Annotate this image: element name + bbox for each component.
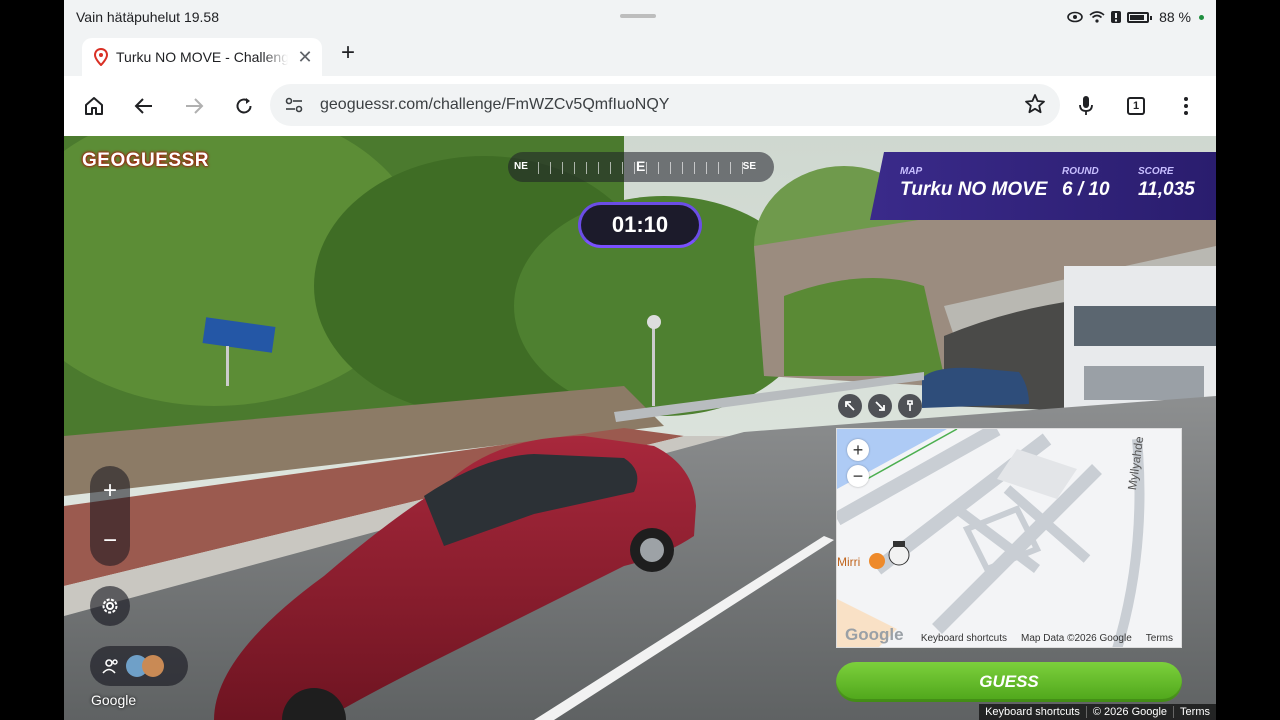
wifi-icon	[1089, 11, 1105, 23]
pano-zoom-control: + −	[90, 466, 130, 566]
keyboard-shortcuts-link[interactable]: Keyboard shortcuts	[979, 706, 1086, 718]
arrow-right-icon	[186, 98, 204, 114]
bookmark-star-icon[interactable]	[1024, 93, 1046, 115]
score-label: SCORE	[1138, 166, 1174, 177]
url-text[interactable]: geoguessr.com/challenge/FmWZCv5QmfIuoNQY	[320, 96, 669, 114]
tab-title: Turku NO MOVE - Challenge	[116, 49, 288, 65]
zoom-in-button[interactable]: +	[90, 466, 130, 516]
pin-icon	[907, 400, 913, 411]
tab-strip: Turku NO MOVE - Challenge ✕ +	[64, 34, 1216, 76]
compass-e: E	[636, 158, 646, 174]
map-footer: Keyboard shortcuts Map Data ©2026 Google…	[837, 629, 1181, 647]
minimap-toolbar	[838, 394, 922, 418]
compass-se: SE	[742, 161, 756, 172]
forward-button[interactable]	[180, 92, 208, 120]
home-icon	[85, 97, 103, 115]
round-value: 6 / 10	[1062, 179, 1110, 200]
battery-level: 88 %	[1159, 9, 1191, 25]
info-map: MAP Turku NO MOVE	[900, 166, 1047, 201]
map-name: Turku NO MOVE	[900, 179, 1048, 200]
players-button[interactable]	[90, 646, 188, 686]
compass-ne: NE	[514, 161, 528, 172]
gear-icon	[102, 598, 118, 614]
microphone-icon	[1079, 96, 1093, 115]
zoom-out-button[interactable]: −	[90, 516, 130, 566]
screen: Vain hätäpuhelut 19.58 88 % Turku NO MOV…	[64, 0, 1216, 720]
expand-map-button[interactable]	[838, 394, 862, 418]
compass: NE E SE	[508, 152, 774, 182]
score-value: 11,035	[1138, 179, 1195, 200]
guess-label: GUESS	[979, 672, 1039, 691]
status-icons: 88 %	[1067, 9, 1204, 25]
settings-button[interactable]	[90, 586, 130, 626]
reload-icon	[236, 98, 252, 114]
map-zoom-in-button[interactable]: +	[847, 439, 869, 461]
map-keyboard-shortcuts-link[interactable]: Keyboard shortcuts	[921, 633, 1007, 644]
round-label: ROUND	[1062, 166, 1099, 177]
logo-text: GEOGUESSR	[82, 150, 209, 171]
eye-icon	[1067, 11, 1083, 23]
avatar	[142, 655, 164, 677]
browser-toolbar: geoguessr.com/challenge/FmWZCv5QmfIuoNQY…	[64, 76, 1216, 136]
shrink-map-button[interactable]	[868, 394, 892, 418]
guess-button[interactable]: GUESS	[836, 662, 1182, 702]
map-zoom-control: + −	[847, 439, 869, 491]
battery-icon	[1127, 11, 1153, 23]
close-tab-icon[interactable]: ✕	[296, 48, 314, 66]
map-zoom-out-button[interactable]: −	[847, 465, 869, 487]
map-terms-link[interactable]: Terms	[1146, 633, 1173, 644]
pano-attribution-bar: Keyboard shortcuts © 2026 Google Terms	[979, 704, 1216, 720]
address-bar[interactable]: geoguessr.com/challenge/FmWZCv5QmfIuoNQY	[270, 84, 1060, 126]
pano-google-attribution: Google	[91, 692, 137, 708]
guess-minimap[interactable]: + − Myllyahde Mirri Google Keyboard shor…	[836, 428, 1182, 648]
site-settings-icon[interactable]	[284, 96, 304, 114]
tab-count-icon: 1	[1127, 97, 1145, 115]
location-pin-icon	[94, 48, 108, 66]
round-timer: 01:10	[578, 202, 702, 248]
arrow-up-left-icon	[845, 401, 855, 411]
info-score: SCORE 11,035	[1138, 166, 1195, 201]
home-button[interactable]	[80, 92, 108, 120]
game-info-bar: MAP Turku NO MOVE ROUND 6 / 10 SCORE 11,…	[870, 152, 1216, 220]
new-tab-button[interactable]: +	[336, 41, 360, 66]
privacy-dot	[1199, 14, 1204, 20]
arrow-left-icon	[134, 98, 152, 114]
game-viewport: GEOGUESSR NE E SE 01:10 MAP Turku NO MOV…	[64, 136, 1216, 720]
status-bar: Vain hätäpuhelut 19.58 88 %	[64, 0, 1216, 34]
terms-link[interactable]: Terms	[1173, 706, 1216, 718]
timer-value: 01:10	[611, 212, 669, 237]
map-label: MAP	[900, 166, 923, 177]
poi-label: Mirri	[837, 555, 861, 569]
info-round: ROUND 6 / 10	[1062, 166, 1110, 201]
menu-button[interactable]	[1172, 92, 1200, 120]
alert-icon	[1111, 11, 1122, 23]
voice-search-button[interactable]	[1072, 92, 1100, 120]
browser-tab[interactable]: Turku NO MOVE - Challenge ✕	[82, 38, 322, 76]
status-text: Vain hätäpuhelut 19.58	[76, 9, 219, 25]
pin-map-button[interactable]	[898, 394, 922, 418]
more-vert-icon	[1184, 97, 1188, 115]
drag-handle[interactable]	[620, 14, 656, 18]
people-icon	[102, 659, 118, 674]
map-data-credit: Map Data ©2026 Google	[1020, 632, 1132, 644]
reload-button[interactable]	[230, 92, 258, 120]
arrow-down-right-icon	[875, 401, 885, 411]
geoguessr-logo[interactable]: GEOGUESSR	[82, 150, 209, 172]
back-button[interactable]	[130, 92, 158, 120]
tab-switcher-button[interactable]: 1	[1122, 92, 1150, 120]
copyright-text: © 2026 Google	[1085, 706, 1173, 718]
